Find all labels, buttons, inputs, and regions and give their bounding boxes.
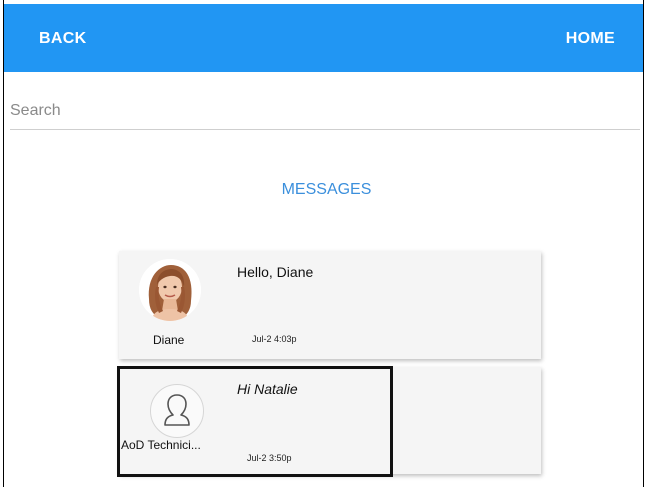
message-preview: Hello, Diane (237, 264, 314, 280)
person-outline-icon (164, 394, 190, 426)
app-frame: BACK HOME MESSAGES (3, 0, 644, 487)
avatar (139, 259, 201, 321)
search-field (10, 97, 640, 130)
message-preview: Hi Natalie (237, 381, 298, 397)
top-app-bar: BACK HOME (4, 4, 643, 72)
message-card[interactable]: AoD Technici... Hi Natalie Jul-2 3:50p (119, 367, 541, 474)
sender-name: AoD Technici... (121, 438, 201, 452)
message-timestamp: Jul-2 4:03p (252, 334, 297, 344)
message-card[interactable]: Diane Hello, Diane Jul-2 4:03p (119, 251, 541, 359)
sender-name: Diane (153, 333, 185, 347)
message-timestamp: Jul-2 3:50p (247, 453, 292, 463)
avatar (150, 384, 204, 438)
home-button[interactable]: HOME (566, 30, 615, 48)
profile-photo (139, 259, 201, 321)
back-button[interactable]: BACK (39, 30, 86, 48)
messages-heading: MESSAGES (281, 181, 372, 198)
search-input[interactable] (10, 97, 640, 125)
